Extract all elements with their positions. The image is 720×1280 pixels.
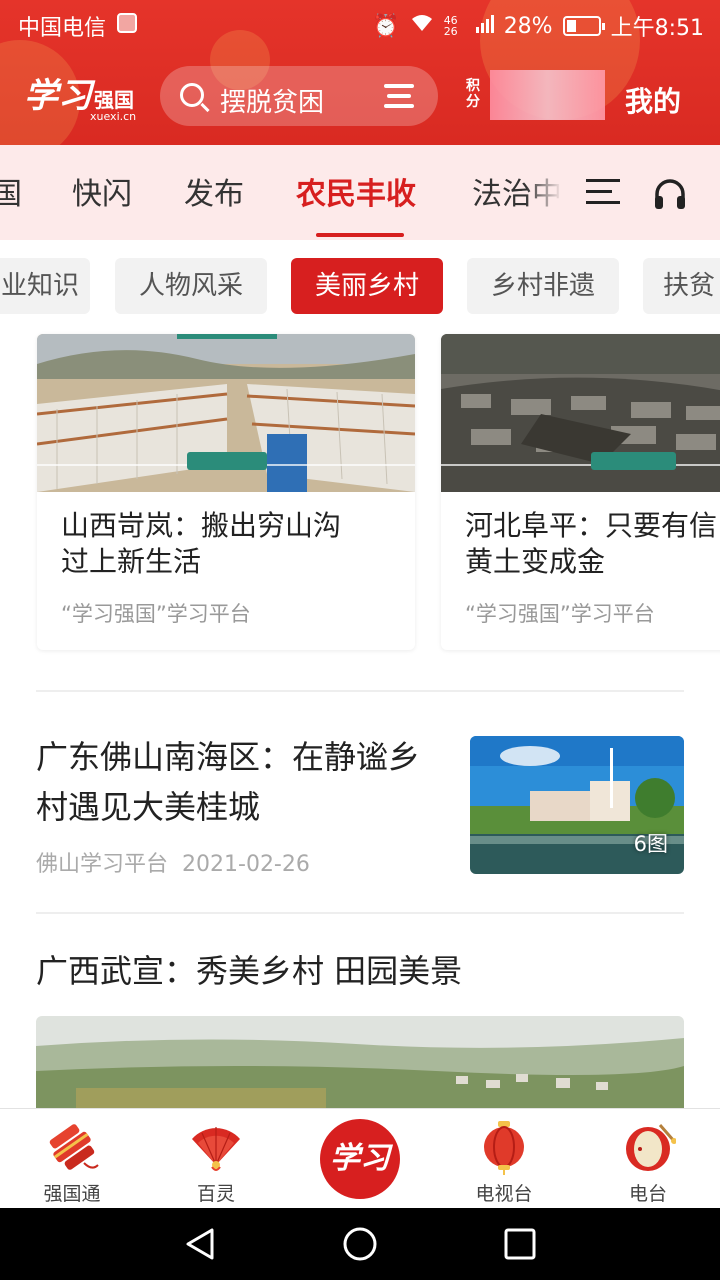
carrier-name: 中国电信 (18, 16, 107, 41)
battery-percent: 28% (503, 13, 553, 39)
article-date: 2021-02-26 (182, 852, 310, 877)
signal-icon (475, 14, 494, 39)
points-value-blurred[interactable] (490, 70, 605, 120)
points-label[interactable]: 积分 (466, 78, 480, 110)
active-tab-indicator (316, 233, 404, 237)
recent-apps-icon[interactable] (504, 1228, 536, 1260)
article-thumbnail[interactable]: 6图 (470, 736, 684, 874)
logo-text: 学习 (24, 76, 92, 116)
subtab-1[interactable]: 人物风采 (115, 258, 267, 314)
divider (36, 912, 684, 914)
tab-channel-2[interactable]: 发布 (184, 169, 244, 213)
feature-card[interactable]: 河北阜平：只要有信 黄土变成金 “学习强国”学习平台 (441, 334, 720, 650)
app-screen: 中国电信 ⏰ 46 26 28% 上午8:51 学习 强国 xuexi.cn 摆… (0, 0, 720, 1280)
divider (36, 690, 684, 692)
alarm-icon: ⏰ (372, 13, 400, 39)
article-title[interactable]: 广西武宣：秀美乡村 田园美景 (36, 946, 462, 992)
bottom-nav: 强国通 百灵 学习 电视台 电台 (0, 1108, 720, 1208)
subtab-0[interactable]: 业知识 (0, 258, 90, 314)
card-title: 河北阜平：只要有信 黄土变成金 (465, 509, 718, 578)
nav-label: 强国通 (43, 1183, 101, 1205)
nav-label: 百灵 (196, 1183, 235, 1205)
article-image[interactable] (36, 1016, 684, 1108)
subtab-3[interactable]: 乡村非遗 (467, 258, 619, 314)
article-title[interactable]: 广东佛山南海区：在静谧乡村遇见大美桂城 (36, 732, 436, 832)
my-profile-button[interactable]: 我的 (625, 80, 681, 120)
nav-radio[interactable]: 电台 (588, 1109, 708, 1209)
logo-sub: 强国 (94, 88, 134, 112)
system-nav-bar (0, 1208, 720, 1280)
back-icon[interactable] (186, 1228, 214, 1260)
logo-domain: xuexi.cn (90, 110, 137, 123)
card-title: 山西岢岚：搬出穷山沟 过上新生活 (61, 509, 342, 578)
search-icon (180, 83, 204, 107)
clock: 上午8:51 (610, 16, 704, 41)
article-meta: 佛山学习平台 2021-02-26 (36, 846, 310, 878)
battery-icon (562, 16, 605, 36)
lantern-icon (476, 1119, 532, 1175)
drum-icon (620, 1119, 677, 1175)
fan-icon (188, 1119, 244, 1175)
channel-tabs: 国 快闪 发布 农民丰收 法治中 (0, 145, 720, 240)
tab-channel-0[interactable]: 国 (0, 169, 22, 213)
wifi-icon (410, 13, 434, 39)
headphones-icon[interactable] (652, 177, 688, 211)
xuexi-center-button[interactable]: 学习 (320, 1119, 400, 1199)
subtab-4[interactable]: 扶贫 (643, 258, 720, 314)
image-count-badge: 6图 (633, 832, 668, 856)
channel-menu-icon[interactable] (586, 177, 620, 205)
firecracker-icon (44, 1119, 100, 1175)
search-placeholder: 摆脱贫困 (220, 88, 325, 118)
tab-channel-4[interactable]: 法治中 (472, 169, 562, 213)
subtab-active[interactable]: 美丽乡村 (291, 258, 443, 314)
tab-channel-1[interactable]: 快闪 (72, 169, 132, 213)
nav-qiangguotong[interactable]: 强国通 (12, 1109, 132, 1209)
xuexi-logo[interactable]: 学习 强国 xuexi.cn (24, 68, 136, 123)
status-bar: 中国电信 ⏰ 46 26 28% 上午8:51 (0, 0, 720, 50)
nav-label: 电视台 (475, 1183, 533, 1205)
home-icon[interactable] (343, 1227, 377, 1261)
tab-channel-active[interactable]: 农民丰收 (296, 169, 416, 213)
network-type: 46 26 (443, 14, 458, 38)
search-bar[interactable]: 摆脱贫困 (160, 66, 438, 126)
card-image (441, 334, 720, 492)
nav-tv[interactable]: 电视台 (444, 1109, 564, 1209)
article-source: 佛山学习平台 (36, 852, 169, 877)
nav-bailing[interactable]: 百灵 (156, 1109, 276, 1209)
card-image (37, 334, 415, 492)
card-source: “学习强国”学习平台 (465, 602, 655, 626)
app-header: 中国电信 ⏰ 46 26 28% 上午8:51 学习 强国 xuexi.cn 摆… (0, 0, 720, 145)
card-source: “学习强国”学习平台 (61, 602, 251, 626)
feature-card[interactable]: 山西岢岚：搬出穷山沟 过上新生活 “学习强国”学习平台 (37, 334, 415, 650)
scan-icon[interactable] (384, 81, 414, 111)
carrier-badge-icon (117, 13, 137, 33)
nav-label: 电台 (628, 1183, 667, 1205)
